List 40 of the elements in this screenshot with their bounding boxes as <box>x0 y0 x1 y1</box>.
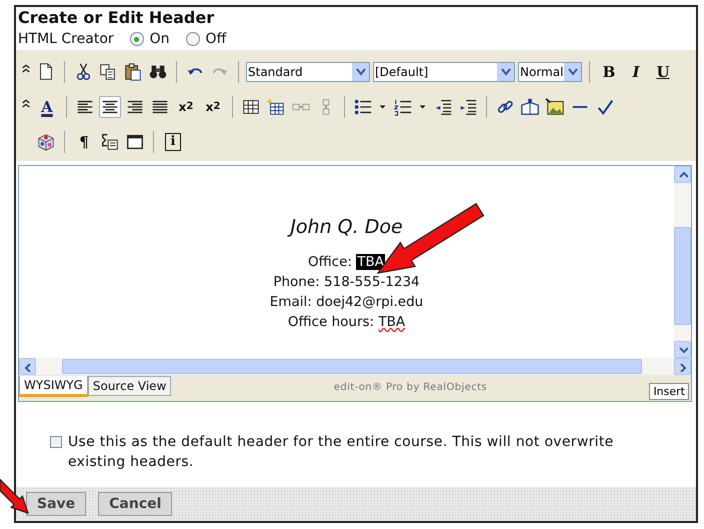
document-line: Office: TBA <box>308 253 385 272</box>
clipboard-icon[interactable] <box>123 60 143 82</box>
checkbox[interactable] <box>50 436 62 448</box>
primary-button[interactable]: Save <box>26 492 86 516</box>
scroll-up-icon[interactable] <box>678 170 688 180</box>
scroll-right-icon[interactable] <box>678 362 688 372</box>
document-line: Office hours: TBA <box>288 313 406 332</box>
format-button[interactable]: U <box>651 60 675 82</box>
page-title: Create or Edit Header <box>17 7 216 27</box>
table-star-icon[interactable] <box>266 96 286 118</box>
scroll-down-icon[interactable] <box>678 344 688 354</box>
document-line: Phone: 518-555-1234 <box>273 273 420 292</box>
mode-indicator: Insert <box>649 383 689 400</box>
document-line: Email: doej42@rpi.edu <box>270 293 424 312</box>
chevron-down-icon <box>568 68 578 76</box>
dropdown[interactable]: Normal <box>518 62 582 82</box>
view-tab[interactable]: WYSIWYG <box>19 376 88 397</box>
image-icon[interactable] <box>545 96 565 118</box>
dropdown[interactable]: Standard <box>246 62 370 82</box>
format-button[interactable]: I <box>624 60 648 82</box>
chevron-down-icon <box>356 68 366 76</box>
view-tab[interactable]: Source View <box>88 376 172 396</box>
dropdown[interactable]: [Default] <box>373 62 515 82</box>
format-button[interactable]: B <box>597 60 621 82</box>
secondary-button[interactable]: Cancel <box>98 492 172 516</box>
format-button[interactable]: ¶ <box>72 130 96 152</box>
radio-label: On <box>150 31 170 47</box>
vertical-scrollbar[interactable] <box>674 166 691 358</box>
radio-button[interactable] <box>186 32 200 46</box>
format-button[interactable]: i <box>165 132 181 150</box>
horizontal-scrollbar[interactable] <box>19 358 691 375</box>
chevron-down-icon <box>500 68 510 76</box>
align-center-button[interactable] <box>99 96 121 118</box>
radio-button[interactable] <box>130 32 144 46</box>
credit-text: edit-on® Pro by RealObjects <box>332 381 488 393</box>
radio-label: Off <box>206 31 226 47</box>
scroll-left-icon[interactable] <box>22 362 32 372</box>
field-label: HTML Creator <box>18 31 114 47</box>
format-button[interactable]: A <box>35 96 59 118</box>
checkbox-label: Use this as the default header for the entire course. This will not overwrite existing headers. <box>68 433 615 472</box>
